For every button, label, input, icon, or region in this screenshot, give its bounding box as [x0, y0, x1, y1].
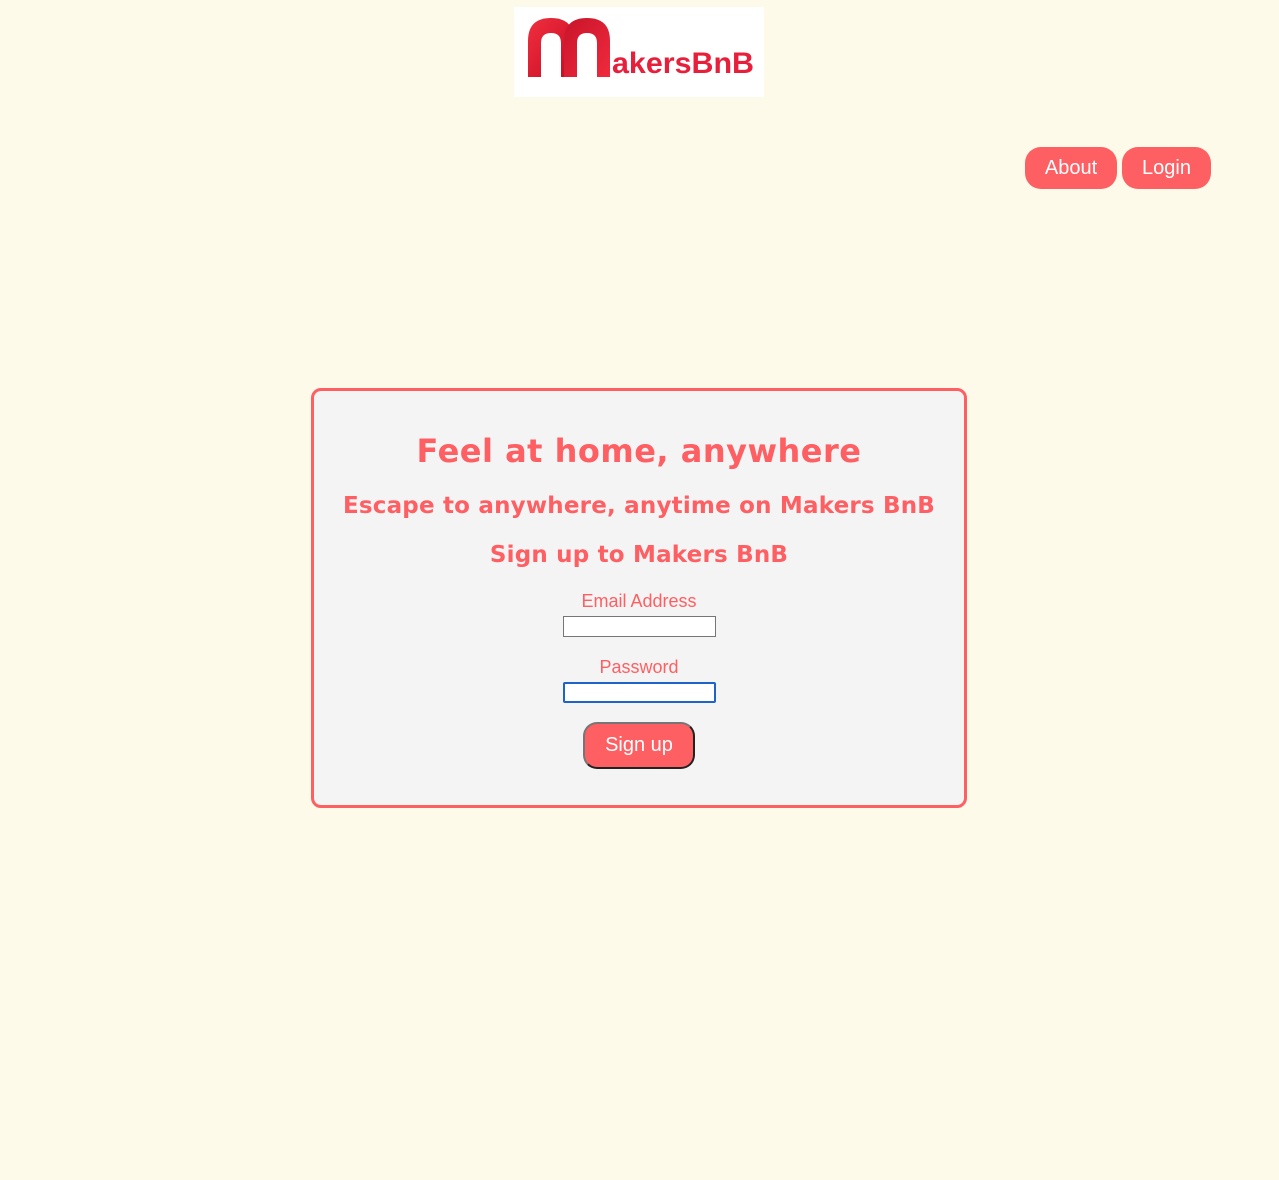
makersbnb-logo: akersBnB: [514, 7, 764, 97]
card-subtitle: Escape to anywhere, anytime on Makers Bn…: [342, 493, 936, 519]
logo-wordmark: akersBnB: [612, 47, 754, 80]
email-field[interactable]: [563, 616, 716, 637]
signup-card: Feel at home, anywhere Escape to anywher…: [311, 388, 967, 808]
password-field[interactable]: [563, 682, 716, 703]
email-label: Email Address: [581, 591, 697, 611]
m-arch-right-shape: [564, 18, 610, 77]
password-label: Password: [599, 657, 679, 677]
top-nav: About Login: [1025, 147, 1211, 189]
signup-button[interactable]: Sign up: [583, 722, 695, 769]
login-button[interactable]: Login: [1122, 147, 1211, 189]
about-button[interactable]: About: [1025, 147, 1117, 189]
signup-heading: Sign up to Makers BnB: [489, 542, 789, 568]
card-title: Feel at home, anywhere: [416, 432, 862, 470]
makersbnb-logo-graphic: akersBnB: [528, 18, 754, 80]
